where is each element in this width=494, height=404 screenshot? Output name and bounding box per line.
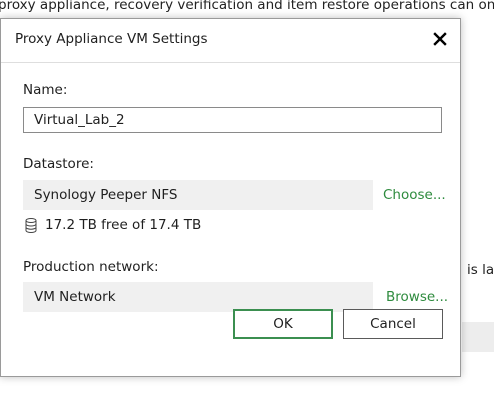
- free-space-text: 17.2 TB free of 17.4 TB: [45, 217, 202, 233]
- datastore-label: Datastore:: [23, 156, 94, 172]
- ok-button[interactable]: OK: [233, 309, 333, 339]
- database-icon: [25, 217, 37, 233]
- dialog-title: Proxy Appliance VM Settings: [15, 31, 208, 47]
- cancel-button[interactable]: Cancel: [343, 309, 443, 339]
- background-side-text: is lab: [467, 262, 494, 278]
- background-field: [462, 322, 494, 352]
- close-icon: [433, 32, 447, 46]
- production-network-label: Production network:: [23, 259, 159, 275]
- datastore-field: Synology Peeper NFS: [23, 180, 373, 210]
- proxy-appliance-settings-dialog: Proxy Appliance VM Settings Name: Datast…: [0, 18, 461, 377]
- close-button[interactable]: [426, 25, 454, 53]
- datastore-free-space: 17.2 TB free of 17.4 TB: [25, 217, 201, 233]
- name-input[interactable]: [23, 107, 442, 133]
- title-separator: [1, 62, 460, 63]
- name-label: Name:: [23, 82, 68, 98]
- production-network-field: VM Network: [23, 282, 373, 312]
- background-description-text: proxy appliance, recovery verification a…: [0, 0, 494, 13]
- browse-network-link[interactable]: Browse...: [386, 289, 448, 305]
- choose-datastore-link[interactable]: Choose...: [383, 187, 446, 203]
